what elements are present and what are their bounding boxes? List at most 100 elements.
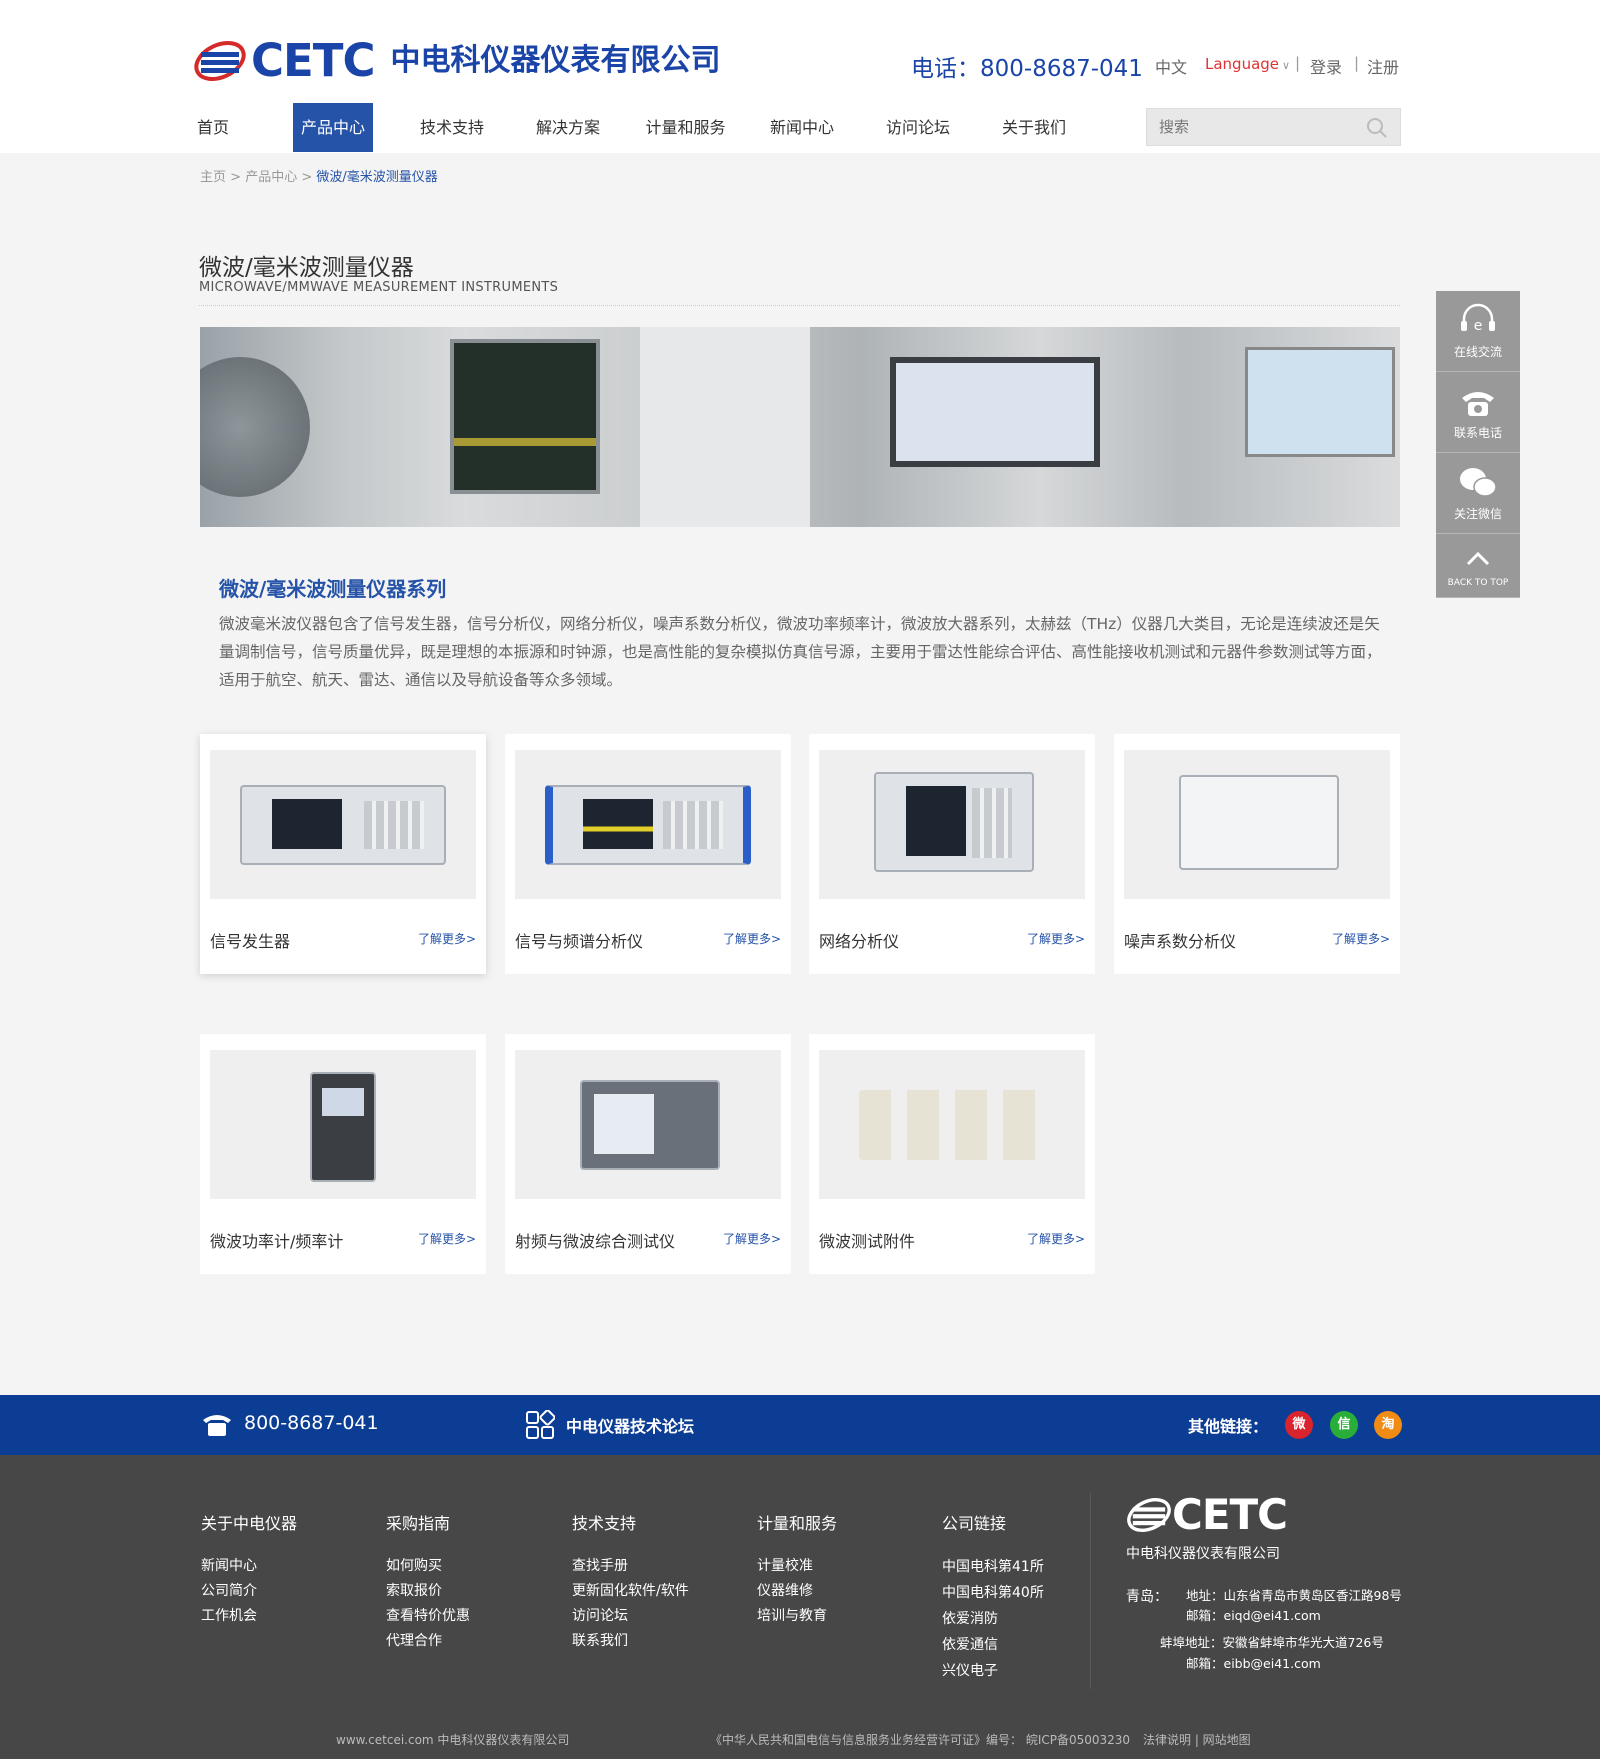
contact-phone-label: 联系电话 <box>1453 426 1502 440</box>
floating-sidebar: e 在线交流 联系电话 关注微信 BACK TO TOP <box>1436 291 1520 598</box>
network-analyzer-graphic <box>874 772 1034 872</box>
footer-link[interactable]: 计量校准 <box>757 1554 837 1579</box>
learn-more-link[interactable]: 了解更多> <box>1027 1230 1085 1247</box>
lang-cn-link[interactable]: 中文 <box>1155 54 1187 78</box>
footer-link[interactable]: 中国电科第40所 <box>942 1580 1044 1606</box>
learn-more-link[interactable]: 了解更多> <box>1332 930 1390 947</box>
footer-col-title: 计量和服务 <box>757 1514 838 1533</box>
product-card[interactable]: 噪声系数分析仪 了解更多> <box>1114 734 1400 974</box>
learn-more-link[interactable]: 了解更多> <box>1027 930 1085 947</box>
language-dropdown[interactable]: Language ∨ <box>1205 55 1290 73</box>
chevron-up-icon <box>1466 551 1490 566</box>
company-name: 中电科仪器仪表有限公司 <box>390 43 721 78</box>
forum-icon <box>526 1410 555 1439</box>
footer-link[interactable]: 访问论坛 <box>572 1604 689 1629</box>
breadcrumb-sep: > <box>230 170 242 185</box>
wechat-icon[interactable]: 信 <box>1330 1411 1358 1439</box>
forum-link[interactable]: 中电仪器技术论坛 <box>566 1413 694 1437</box>
nav-metrology[interactable]: 计量和服务 <box>643 103 728 152</box>
register-link[interactable]: 注册 <box>1367 54 1399 78</box>
breadcrumb-category[interactable]: 产品中心 <box>245 170 297 185</box>
header: CETC 中电科仪器仪表有限公司 电话：800-8687-041 中文 Lang… <box>0 0 1600 153</box>
nav-news[interactable]: 新闻中心 <box>767 103 837 152</box>
nav-about[interactable]: 关于我们 <box>999 103 1069 152</box>
footer-link[interactable]: 更新固化软件/软件 <box>572 1579 689 1604</box>
footer-link[interactable]: 中国电科第41所 <box>942 1554 1044 1580</box>
test-accessories-graphic <box>859 1090 1045 1160</box>
search-box <box>1146 108 1401 146</box>
footer-link[interactable]: 查找手册 <box>572 1554 689 1579</box>
spectrum-trace-graphic <box>454 438 596 446</box>
breadcrumb-sep: > <box>301 170 313 185</box>
learn-more-link[interactable]: 了解更多> <box>723 930 781 947</box>
breadcrumb-current: 微波/毫米波测量仪器 <box>316 170 438 185</box>
nav-support[interactable]: 技术支持 <box>417 103 487 152</box>
product-image <box>210 1050 476 1199</box>
product-card[interactable]: 微波测试附件 了解更多> <box>809 1034 1095 1274</box>
footer-link[interactable]: 工作机会 <box>201 1604 297 1629</box>
footer-col-title: 技术支持 <box>572 1514 637 1533</box>
back-to-top-button[interactable]: BACK TO TOP <box>1436 534 1520 598</box>
search-input[interactable] <box>1147 109 1347 145</box>
breadcrumb-home[interactable]: 主页 <box>200 170 226 185</box>
language-label: Language <box>1205 55 1280 73</box>
footer-link[interactable]: 依爱消防 <box>942 1606 1044 1632</box>
instrument-screen-graphic <box>1245 347 1395 457</box>
footer-link[interactable]: 如何购买 <box>386 1554 470 1579</box>
wechat-follow-button[interactable]: 关注微信 <box>1436 453 1520 534</box>
footer-link[interactable]: 查看特价优惠 <box>386 1604 470 1629</box>
footer-link[interactable]: 代理合作 <box>386 1629 470 1654</box>
product-card[interactable]: 信号与频谱分析仪 了解更多> <box>505 734 791 974</box>
power-meter-graphic <box>310 1072 376 1182</box>
product-card[interactable]: 信号发生器 了解更多> <box>200 734 486 974</box>
logo-text: CETC <box>251 34 375 87</box>
online-chat-label: 在线交流 <box>1453 345 1502 359</box>
nav-home[interactable]: 首页 <box>193 103 233 152</box>
nav-forum[interactable]: 访问论坛 <box>883 103 953 152</box>
search-icon[interactable] <box>1366 117 1388 139</box>
footer-company-name: 中电科仪器仪表有限公司 <box>1126 1546 1280 1562</box>
product-image <box>819 750 1085 899</box>
footer-link[interactable]: 兴仪电子 <box>942 1658 1044 1684</box>
footer-link[interactable]: 公司简介 <box>201 1579 297 1604</box>
divider <box>1090 1493 1091 1689</box>
footer-logo-text: CETC <box>1172 1490 1288 1539</box>
phone-icon <box>1462 392 1494 416</box>
learn-more-link[interactable]: 了解更多> <box>723 1230 781 1247</box>
nav-products[interactable]: 产品中心 <box>293 103 373 152</box>
footer-col-title: 采购指南 <box>386 1514 451 1533</box>
product-card[interactable]: 射频与微波综合测试仪 了解更多> <box>505 1034 791 1274</box>
logo[interactable]: CETC 中电科仪器仪表有限公司 <box>193 34 721 88</box>
product-image <box>1124 750 1390 899</box>
instrument-knob-graphic <box>200 357 310 497</box>
cetc-logo-icon <box>1127 1497 1171 1532</box>
login-link[interactable]: 登录 <box>1310 54 1342 78</box>
learn-more-link[interactable]: 了解更多> <box>418 1230 476 1247</box>
online-chat-button[interactable]: e 在线交流 <box>1436 291 1520 372</box>
footer-logo: CETC <box>1126 1490 1288 1539</box>
footer-link[interactable]: 新闻中心 <box>201 1554 297 1579</box>
svg-text:e: e <box>1474 318 1483 334</box>
rf-tester-graphic <box>580 1080 720 1170</box>
divider <box>199 305 1400 306</box>
taobao-icon[interactable]: 淘 <box>1374 1411 1402 1439</box>
bengbu-address: 蚌埠地址：安徽省蚌埠市华光大道726号 <box>1160 1635 1384 1650</box>
product-image <box>210 750 476 899</box>
weibo-icon[interactable]: 微 <box>1285 1411 1313 1439</box>
footer-col-about: 关于中电仪器 新闻中心 公司简介 工作机会 <box>201 1510 297 1629</box>
nav-solutions[interactable]: 解决方案 <box>533 103 603 152</box>
product-image <box>819 1050 1085 1199</box>
instrument-panel-graphic <box>640 327 810 527</box>
laptop-graphic <box>890 357 1100 467</box>
footer-link[interactable]: 索取报价 <box>386 1579 470 1604</box>
contact-phone-button[interactable]: 联系电话 <box>1436 372 1520 453</box>
footer-link[interactable]: 仪器维修 <box>757 1579 837 1604</box>
footer-link[interactable]: 联系我们 <box>572 1629 689 1654</box>
learn-more-link[interactable]: 了解更多> <box>418 930 476 947</box>
product-card[interactable]: 网络分析仪 了解更多> <box>809 734 1095 974</box>
footer-legal-links[interactable]: 法律说明 | 网站地图 <box>1143 1731 1251 1748</box>
product-card[interactable]: 微波功率计/频率计 了解更多> <box>200 1034 486 1274</box>
footer-link[interactable]: 依爱通信 <box>942 1632 1044 1658</box>
footer-link[interactable]: 培训与教育 <box>757 1604 837 1629</box>
footer-col-title: 公司链接 <box>942 1514 1007 1533</box>
